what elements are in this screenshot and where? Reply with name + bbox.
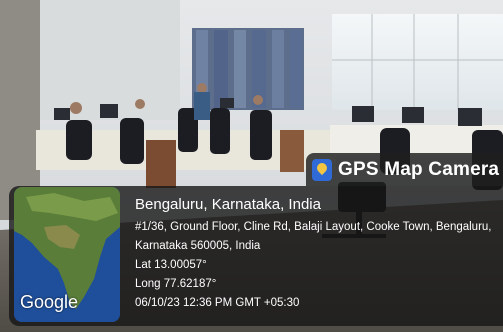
cabinet [146,140,176,188]
location-info: Bengaluru, Karnataka, India #1/36, Groun… [135,196,497,313]
location-map: Google [14,187,120,322]
address-line-1: #1/36, Ground Floor, Cline Rd, Balaji La… [135,221,492,233]
photo-frame: GPS Map Camera Google Bengaluru, Karnata… [0,0,503,332]
app-title: GPS Map Camera [338,158,500,180]
cabinet-2 [280,130,304,172]
back-wall [40,0,180,120]
person-standing [194,92,210,120]
address-line-2: Karnataka 560005, India [135,240,261,252]
map-pin-icon [312,158,332,181]
latitude: Lat 13.00057° [135,259,207,271]
map-provider-logo: Google [20,292,79,312]
place-name: Bengaluru, Karnataka, India [135,196,321,213]
app-badge: GPS Map Camera [306,153,503,186]
right-windows [332,14,503,110]
timestamp: 06/10/23 12:36 PM GMT +05:30 [135,297,300,309]
longitude: Long 77.62187° [135,278,217,290]
